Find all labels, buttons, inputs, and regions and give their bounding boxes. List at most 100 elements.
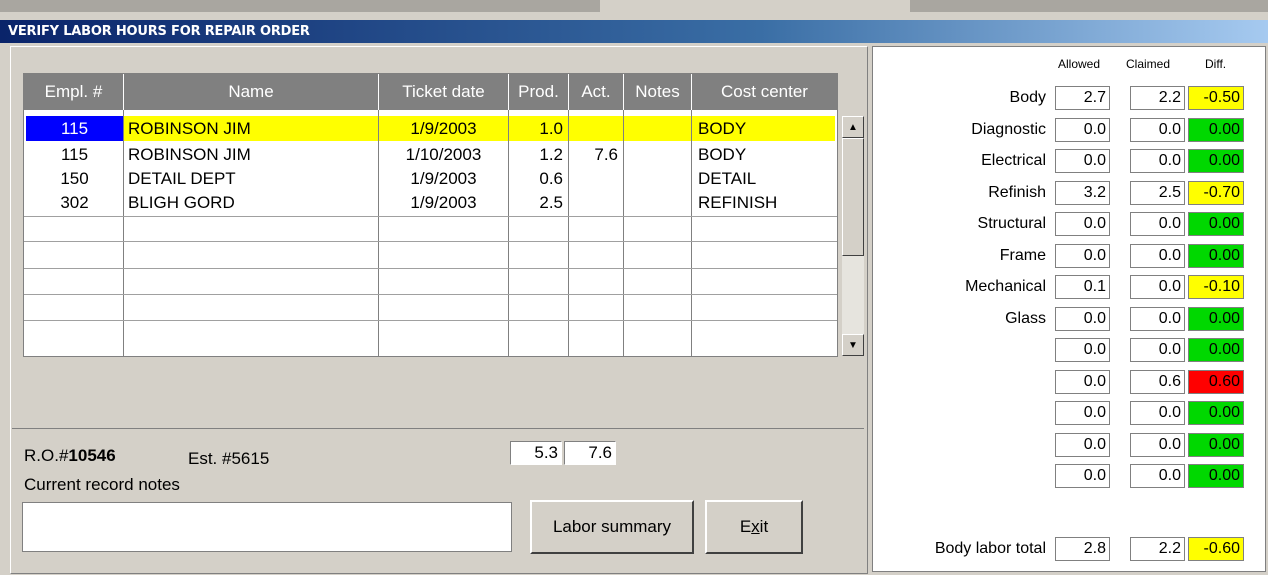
- total-claimed-field: 2.2: [1130, 537, 1185, 561]
- background-window-edge: [0, 0, 600, 12]
- column-header-claimed: Claimed: [1126, 57, 1171, 71]
- window-title: VERIFY LABOR HOURS FOR REPAIR ORDER: [8, 24, 310, 39]
- claimed-field: 0.0: [1130, 149, 1185, 173]
- cell-act[interactable]: 7.6: [569, 142, 623, 167]
- column-header-diff: Diff.: [1205, 57, 1227, 71]
- table-row[interactable]: 302 BLIGH GORD 1/9/2003 2.5 REFINISH: [24, 190, 837, 215]
- cell-ticket-date[interactable]: 1/10/2003: [379, 142, 508, 167]
- act-total-field: 7.6: [564, 441, 616, 465]
- table-row[interactable]: 150 DETAIL DEPT 1/9/2003 0.6 DETAIL: [24, 166, 837, 191]
- diff-field: 0.00: [1188, 118, 1244, 142]
- grid-row-line: [24, 294, 837, 295]
- cell-empl[interactable]: 150: [26, 166, 123, 191]
- cell-cost-center[interactable]: BODY: [692, 142, 835, 167]
- column-header-notes[interactable]: Notes: [624, 74, 692, 110]
- cell-ticket-date[interactable]: 1/9/2003: [379, 190, 508, 215]
- column-header-act[interactable]: Act.: [569, 74, 624, 110]
- cell-cost-center[interactable]: DETAIL: [692, 166, 835, 191]
- cell-prod[interactable]: 2.5: [509, 190, 568, 215]
- cell-ticket-date[interactable]: 1/9/2003: [379, 166, 508, 191]
- claimed-field: 2.2: [1130, 86, 1185, 110]
- diff-field: -0.70: [1188, 181, 1244, 205]
- allowed-field: 0.0: [1055, 149, 1110, 173]
- current-record-notes-input[interactable]: [22, 502, 512, 552]
- cell-cost-center[interactable]: REFINISH: [692, 190, 835, 215]
- summary-row-label: Refinish: [988, 184, 1046, 201]
- diff-field: 0.00: [1188, 307, 1244, 331]
- diff-field: 0.00: [1188, 433, 1244, 457]
- claimed-field: 2.5: [1130, 181, 1185, 205]
- cell-notes[interactable]: [624, 116, 691, 141]
- summary-total-label: Body labor total: [934, 540, 1046, 557]
- column-header-name[interactable]: Name: [124, 74, 379, 110]
- grid-scrollbar[interactable]: ▲ ▼: [842, 116, 864, 356]
- claimed-field: 0.0: [1130, 244, 1185, 268]
- cell-prod[interactable]: 0.6: [509, 166, 568, 191]
- claimed-field: 0.0: [1130, 401, 1185, 425]
- table-row[interactable]: 115 ROBINSON JIM 1/10/2003 1.2 7.6 BODY: [24, 142, 837, 167]
- claimed-field: 0.0: [1130, 212, 1185, 236]
- cell-empl[interactable]: 115: [26, 142, 123, 167]
- table-row[interactable]: 115 ROBINSON JIM 1/9/2003 1.0 BODY: [24, 116, 837, 141]
- labor-summary-button[interactable]: Labor summary: [530, 500, 694, 554]
- scroll-up-button[interactable]: ▲: [842, 116, 864, 138]
- grid-row-line: [24, 320, 837, 321]
- column-header-prod[interactable]: Prod.: [509, 74, 569, 110]
- column-header-cost-center[interactable]: Cost center: [692, 74, 837, 110]
- allowed-field: 0.0: [1055, 118, 1110, 142]
- cell-empl[interactable]: 115: [26, 116, 123, 141]
- grid-row-line: [24, 268, 837, 269]
- allowed-field: 3.2: [1055, 181, 1110, 205]
- prod-total-field: 5.3: [510, 441, 562, 465]
- claimed-field: 0.0: [1130, 118, 1185, 142]
- background-window-edge-right: [910, 0, 1268, 12]
- estimate-number: Est. #5615: [188, 449, 270, 468]
- diff-field: -0.50: [1188, 86, 1244, 110]
- window-titlebar[interactable]: VERIFY LABOR HOURS FOR REPAIR ORDER: [0, 20, 1268, 43]
- allowed-field: 0.0: [1055, 307, 1110, 331]
- diff-field: 0.00: [1188, 464, 1244, 488]
- cell-name[interactable]: ROBINSON JIM: [124, 116, 378, 141]
- grid-row-line: [24, 216, 837, 217]
- cell-name[interactable]: BLIGH GORD: [124, 190, 378, 215]
- cell-name[interactable]: ROBINSON JIM: [124, 142, 378, 167]
- column-header-empl[interactable]: Empl. #: [24, 74, 124, 110]
- cell-act[interactable]: [569, 116, 623, 141]
- claimed-field: 0.0: [1130, 464, 1185, 488]
- summary-row-label: Frame: [999, 247, 1046, 264]
- claimed-field: 0.6: [1130, 370, 1185, 394]
- cell-notes[interactable]: [624, 166, 691, 191]
- scroll-down-button[interactable]: ▼: [842, 334, 864, 356]
- ro-number: 10546: [68, 446, 116, 465]
- summary-row-label: Mechanical: [965, 278, 1046, 295]
- cell-prod[interactable]: 1.2: [509, 142, 568, 167]
- cell-notes[interactable]: [624, 190, 691, 215]
- scroll-thumb[interactable]: [842, 138, 864, 256]
- cell-act[interactable]: [569, 190, 623, 215]
- cell-empl[interactable]: 302: [26, 190, 123, 215]
- allowed-field: 0.0: [1055, 401, 1110, 425]
- total-diff-field: -0.60: [1188, 537, 1244, 561]
- cell-act[interactable]: [569, 166, 623, 191]
- cell-ticket-date[interactable]: 1/9/2003: [379, 116, 508, 141]
- claimed-field: 0.0: [1130, 275, 1185, 299]
- ro-label: R.O.#10546: [24, 446, 116, 466]
- cell-notes[interactable]: [624, 142, 691, 167]
- exit-button[interactable]: Ex it: [705, 500, 803, 554]
- diff-field: -0.10: [1188, 275, 1244, 299]
- claimed-field: 0.0: [1130, 338, 1185, 362]
- column-header-allowed: Allowed: [1058, 57, 1101, 71]
- triangle-up-icon: ▲: [848, 121, 858, 133]
- cell-name[interactable]: DETAIL DEPT: [124, 166, 378, 191]
- allowed-field: 2.7: [1055, 86, 1110, 110]
- background-window-strip: [0, 0, 1268, 20]
- total-allowed-field: 2.8: [1055, 537, 1110, 561]
- summary-row-label: Diagnostic: [971, 121, 1046, 138]
- column-header-ticket-date[interactable]: Ticket date: [379, 74, 509, 110]
- summary-row-label: Body: [1009, 89, 1046, 106]
- cell-cost-center[interactable]: BODY: [692, 116, 835, 141]
- allowed-field: 0.0: [1055, 212, 1110, 236]
- diff-field: 0.00: [1188, 401, 1244, 425]
- cell-prod[interactable]: 1.0: [509, 116, 568, 141]
- ro-label-text: R.O.#: [24, 446, 69, 465]
